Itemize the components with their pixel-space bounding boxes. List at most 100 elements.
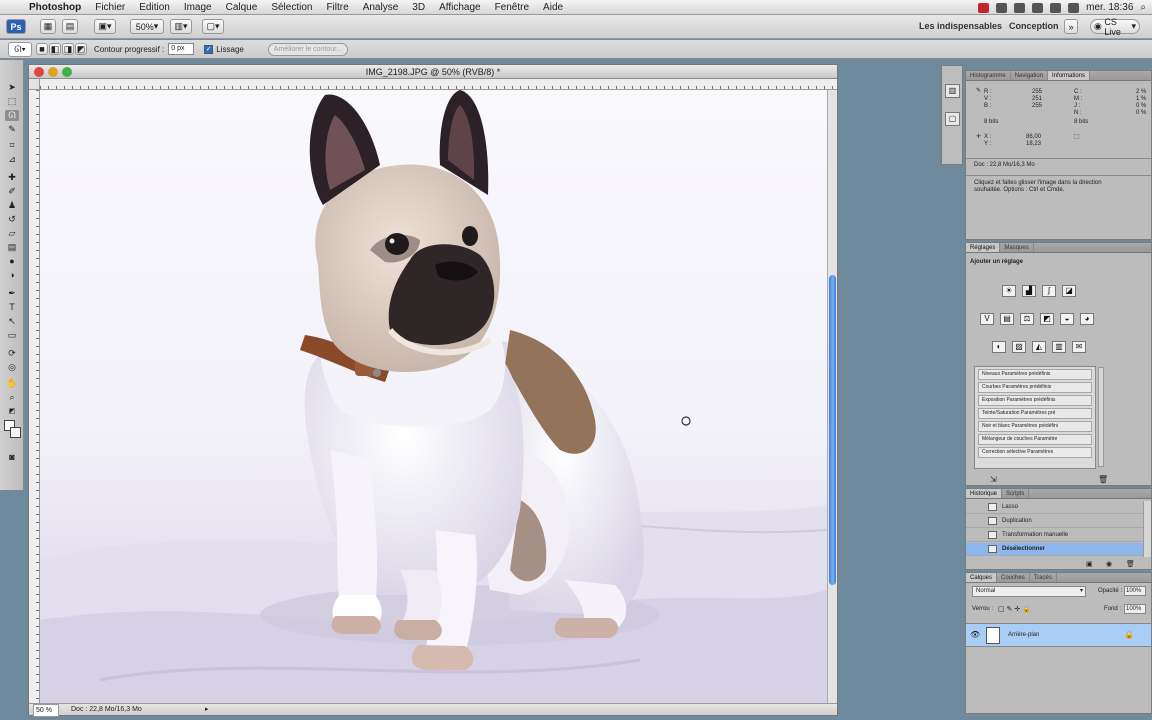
extras-icon[interactable]: ▣▾	[94, 19, 116, 34]
tab-masques[interactable]: Masques	[1000, 243, 1034, 252]
opacity-input[interactable]: 100%	[1124, 586, 1146, 596]
zoom-window-icon[interactable]	[62, 67, 72, 77]
menu-3d[interactable]: 3D	[405, 0, 432, 15]
preset-curves[interactable]: Courbes Paramètres prédéfinis	[978, 382, 1092, 393]
adj-threshold-icon[interactable]: ◭	[1032, 341, 1046, 353]
3d-orbit-tool-icon[interactable]: ◎	[5, 362, 19, 373]
hand-tool-icon[interactable]: ✋	[5, 378, 19, 389]
status-sync-icon[interactable]	[996, 2, 1008, 13]
tab-histogram[interactable]: Histogramme	[966, 71, 1011, 80]
ruler-origin[interactable]	[29, 79, 40, 90]
subtract-selection-icon[interactable]: ◨	[62, 43, 74, 55]
eraser-tool-icon[interactable]: ▱	[5, 228, 19, 239]
adj-curves-icon[interactable]: ∫	[1042, 285, 1056, 297]
adj-gradient-map-icon[interactable]: ▥	[1052, 341, 1066, 353]
background-color-swatch[interactable]	[10, 427, 21, 438]
status-record-icon[interactable]	[978, 2, 990, 13]
close-window-icon[interactable]	[34, 67, 44, 77]
minimize-window-icon[interactable]	[48, 67, 58, 77]
path-selection-tool-icon[interactable]: ↖	[5, 316, 19, 327]
menu-clock[interactable]: mer. 18:36	[1086, 2, 1133, 13]
tab-calques[interactable]: Calques	[966, 573, 998, 582]
history-item-duplication[interactable]: Duplication	[966, 515, 1143, 528]
adj-panel-trash-icon[interactable]: 🗑	[1098, 475, 1108, 484]
history-item-deselect[interactable]: Désélectionner	[966, 543, 1143, 556]
crop-tool-icon[interactable]: ⌗	[5, 140, 19, 151]
clone-stamp-tool-icon[interactable]: ♟	[5, 200, 19, 211]
document-titlebar[interactable]: IMG_2198.JPG @ 50% (RVB/8) *	[29, 65, 837, 79]
bridge-icon[interactable]: ▦	[40, 19, 56, 34]
preset-black-white[interactable]: Noir et blanc Paramètres prédéfini	[978, 421, 1092, 432]
default-colors-icon[interactable]: ◩	[5, 406, 19, 417]
preset-hue-saturation[interactable]: Teinte/Saturation Paramètres pré	[978, 408, 1092, 419]
zoom-level-select[interactable]: 50% ▾	[130, 19, 164, 34]
preset-exposure[interactable]: Exposition Paramètres prédéfinis	[978, 395, 1092, 406]
3d-rotate-tool-icon[interactable]: ⟳	[5, 348, 19, 359]
adj-levels-icon[interactable]: ▟	[1022, 285, 1036, 297]
adj-panel-expand-icon[interactable]: ⇲	[990, 475, 997, 484]
menu-image[interactable]: Image	[177, 0, 219, 15]
refine-edge-button[interactable]: Améliorer le contour...	[267, 42, 348, 56]
menu-selection[interactable]: Sélection	[264, 0, 319, 15]
layer-visibility-eye-icon[interactable]: 👁	[970, 630, 980, 639]
vertical-ruler[interactable]	[29, 90, 40, 704]
minibridge-icon[interactable]: ▤	[62, 19, 78, 34]
tab-navigator[interactable]: Navigation	[1011, 71, 1049, 80]
status-doc-size[interactable]: Doc : 22,8 Mo/16,3 Mo	[71, 704, 211, 715]
image-canvas[interactable]	[40, 90, 827, 704]
tab-historique[interactable]: Historique	[966, 489, 1003, 498]
intersect-selection-icon[interactable]: ◩	[75, 43, 87, 55]
type-tool-icon[interactable]: T	[5, 302, 19, 313]
spotlight-icon[interactable]: ⌕	[1140, 2, 1146, 13]
vertical-scrollbar-thumb[interactable]	[829, 275, 836, 585]
adj-posterize-icon[interactable]: ▨	[1012, 341, 1026, 353]
tab-couches[interactable]: Couches	[997, 573, 1030, 582]
dodge-tool-icon[interactable]: ◑	[5, 270, 19, 281]
tab-scripts[interactable]: Scripts	[1002, 489, 1030, 498]
lasso-tool-icon[interactable]: ᘏ	[5, 110, 19, 121]
adj-selective-color-icon[interactable]: ✉	[1072, 341, 1086, 353]
vertical-scrollbar[interactable]	[827, 90, 837, 704]
panel-navigator-icon[interactable]: ▢	[945, 112, 960, 126]
marquee-tool-icon[interactable]: ⬚	[5, 96, 19, 107]
adj-color-balance-icon[interactable]: ⚖	[1020, 313, 1034, 325]
feather-input[interactable]: 0 px	[168, 43, 195, 55]
gradient-tool-icon[interactable]: ▤	[5, 242, 19, 253]
adj-photo-filter-icon[interactable]: ◒	[1060, 313, 1074, 325]
preset-levels[interactable]: Niveaux Paramètres prédéfinis	[978, 369, 1092, 380]
screen-mode-icon[interactable]: ▢▾	[202, 19, 224, 34]
healing-brush-tool-icon[interactable]: ✚	[5, 172, 19, 183]
horizontal-ruler[interactable]	[40, 79, 837, 90]
menu-filtre[interactable]: Filtre	[319, 0, 355, 15]
blur-tool-icon[interactable]: ●	[5, 256, 19, 267]
adj-black-white-icon[interactable]: ◩	[1040, 313, 1054, 325]
tab-traces[interactable]: Tracés	[1030, 573, 1057, 582]
lasso-preset-icon[interactable]: ᘏ▾	[8, 41, 32, 57]
status-volume-icon[interactable]	[1050, 2, 1062, 13]
menu-calque[interactable]: Calque	[219, 0, 265, 15]
lock-icons[interactable]: ▢ ✎ ✛ 🔒	[998, 605, 1031, 613]
menu-aide[interactable]: Aide	[536, 0, 570, 15]
menu-affichage[interactable]: Affichage	[432, 0, 488, 15]
fill-input[interactable]: 100%	[1124, 604, 1146, 614]
shape-tool-icon[interactable]: ▭	[5, 330, 19, 341]
workspace-essentials[interactable]: Les indispensables	[919, 21, 1002, 31]
layer-row-background[interactable]: 👁 Arrière-plan 🔒	[966, 623, 1151, 647]
menu-fenetre[interactable]: Fenêtre	[488, 0, 536, 15]
status-zoom-field[interactable]: 50 %	[33, 704, 59, 717]
move-tool-icon[interactable]: ➤	[5, 82, 19, 93]
arrange-documents-icon[interactable]: ▥▾	[170, 19, 192, 34]
tab-reglages[interactable]: Réglages	[966, 243, 1001, 252]
adj-vibrance-icon[interactable]: V	[980, 313, 994, 325]
history-item-transform[interactable]: Transformation manuelle	[966, 529, 1143, 542]
new-selection-icon[interactable]: ■	[36, 43, 48, 55]
history-trash-icon[interactable]: 🗑	[1126, 560, 1135, 568]
antialias-checkbox[interactable]: ✓	[204, 44, 214, 54]
menu-edition[interactable]: Edition	[132, 0, 177, 15]
history-new-doc-icon[interactable]: ▣	[1086, 560, 1093, 568]
presets-scrollbar[interactable]	[1098, 367, 1104, 467]
quick-selection-tool-icon[interactable]: ✎	[5, 124, 19, 135]
adj-brightness-icon[interactable]: ☀	[1002, 285, 1016, 297]
blend-mode-select[interactable]: Normal ▾	[972, 586, 1086, 597]
status-battery-icon[interactable]	[1068, 2, 1080, 13]
